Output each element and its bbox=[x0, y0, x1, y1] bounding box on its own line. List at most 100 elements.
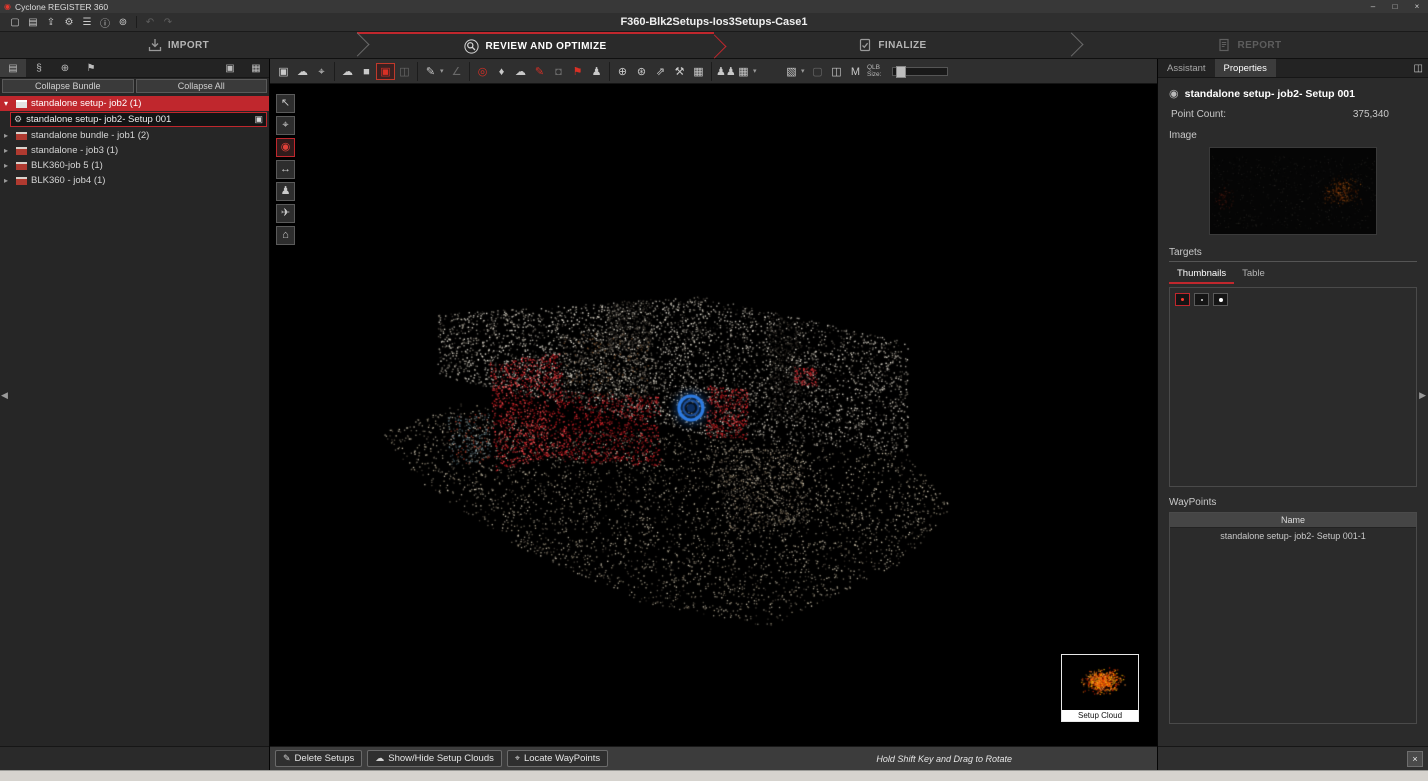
open-project-icon[interactable]: ▢ bbox=[6, 17, 24, 28]
import-data-icon[interactable]: ▣ bbox=[217, 59, 243, 77]
panel-layout-icon[interactable]: ◫ bbox=[1414, 59, 1428, 77]
target-thumbnail-1[interactable] bbox=[1175, 293, 1190, 306]
add-person-icon[interactable]: ♟ bbox=[587, 63, 606, 80]
web-link-icon[interactable]: ⊛ bbox=[632, 63, 651, 80]
flag-tab-icon[interactable]: ⚑ bbox=[78, 59, 104, 77]
tree-item-bundle-job3[interactable]: ▸ standalone - job3 (1) bbox=[0, 143, 269, 158]
targets-tab-table[interactable]: Table bbox=[1234, 266, 1273, 284]
split-view-icon[interactable]: ◫ bbox=[395, 63, 414, 80]
tree-item-blk360-job4[interactable]: ▸ BLK360 - job4 (1) bbox=[0, 173, 269, 188]
save-project-icon[interactable]: ▤ bbox=[24, 17, 42, 28]
workflow-step-report[interactable]: REPORT bbox=[1071, 32, 1428, 58]
pen-dropdown-caret[interactable]: ▾ bbox=[440, 67, 447, 75]
settings-gear-icon[interactable]: ⚙ bbox=[60, 17, 78, 28]
sketch-tool-icon[interactable]: ✎ bbox=[530, 63, 549, 80]
auto-align-icon[interactable]: ⌖ bbox=[312, 63, 331, 80]
attachments-tab-icon[interactable]: § bbox=[26, 59, 52, 77]
fly-mode-icon[interactable]: ✈ bbox=[276, 204, 295, 223]
visual-registration-icon[interactable]: ▣ bbox=[274, 63, 293, 80]
orbit-tool-icon[interactable]: ◉ bbox=[276, 138, 295, 157]
bundle-icon bbox=[16, 162, 27, 170]
pan-tool-icon[interactable]: ↔ bbox=[276, 160, 295, 179]
show-hide-setup-clouds-button[interactable]: ☁ Show/Hide Setup Clouds bbox=[367, 750, 502, 767]
tab-properties[interactable]: Properties bbox=[1215, 59, 1276, 77]
add-waypoint-icon[interactable]: ⚑ bbox=[568, 63, 587, 80]
qlb-size-slider[interactable] bbox=[892, 67, 948, 76]
truslicer-icon[interactable]: ▦ bbox=[689, 63, 708, 80]
button-label: Delete Setups bbox=[295, 753, 355, 764]
toolbar-separator bbox=[417, 62, 418, 81]
target-thumbnail-3[interactable] bbox=[1213, 293, 1228, 306]
tools-icon[interactable]: ⚒ bbox=[670, 63, 689, 80]
pick-point-icon[interactable]: ⌖ bbox=[276, 116, 295, 135]
point-cloud-viewport[interactable]: ↖ ⌖ ◉ ↔ ♟ ✈ ⌂ Setup Cloud bbox=[270, 84, 1157, 746]
table-dropdown-caret[interactable]: ▾ bbox=[753, 67, 760, 75]
workflow-step-import[interactable]: IMPORT bbox=[0, 32, 357, 58]
bottom-strip bbox=[0, 770, 1428, 781]
collapse-left-panel-arrow[interactable]: ◀ bbox=[1, 390, 8, 401]
pen-tool-icon[interactable]: ✎ bbox=[421, 63, 440, 80]
pano-people-icon[interactable]: ♟♟ bbox=[715, 63, 734, 80]
delete-setups-button[interactable]: ✎ Delete Setups bbox=[275, 750, 362, 767]
tree-item-bundle-job1[interactable]: ▸ standalone bundle - job1 (2) bbox=[0, 128, 269, 143]
workflow-step-finalize[interactable]: FINALIZE bbox=[714, 32, 1071, 58]
table-layout-icon[interactable]: ▦ bbox=[734, 63, 753, 80]
camera-icon[interactable]: ◘ bbox=[549, 63, 568, 80]
export-icon[interactable]: ⇪ bbox=[42, 17, 60, 28]
qlb-slider-handle[interactable] bbox=[896, 66, 906, 78]
cloud-to-cloud-icon[interactable]: ☁ bbox=[293, 63, 312, 80]
mini-cube-icon[interactable]: ▢ bbox=[808, 63, 827, 80]
tab-assistant[interactable]: Assistant bbox=[1158, 59, 1215, 77]
close-button[interactable]: × bbox=[1406, 0, 1428, 13]
collapse-right-panel-arrow[interactable]: ▶ bbox=[1419, 390, 1426, 401]
point-cloud-canvas[interactable] bbox=[270, 84, 1157, 746]
tree-item-setup-001[interactable]: ⚙ standalone setup- job2- Setup 001 ▣ bbox=[10, 112, 267, 127]
minimize-button[interactable]: – bbox=[1362, 0, 1384, 13]
caret-down-icon[interactable]: ▾ bbox=[4, 99, 12, 108]
targets-tab-thumbnails[interactable]: Thumbnails bbox=[1169, 266, 1234, 284]
collapse-bundle-button[interactable]: Collapse Bundle bbox=[2, 79, 134, 93]
select-tool-icon[interactable]: ↖ bbox=[276, 94, 295, 113]
grayscale-image-icon[interactable]: ■ bbox=[357, 63, 376, 80]
target-thumbnail-2[interactable] bbox=[1194, 293, 1209, 306]
about-icon[interactable]: ⊚ bbox=[114, 17, 132, 28]
import-image-icon[interactable]: ▦ bbox=[243, 59, 269, 77]
home-view-icon[interactable]: ⌂ bbox=[276, 226, 295, 245]
maximize-button[interactable]: □ bbox=[1384, 0, 1406, 13]
workflow-step-review[interactable]: REVIEW AND OPTIMIZE bbox=[357, 32, 714, 58]
caret-right-icon[interactable]: ▸ bbox=[4, 146, 12, 155]
add-target-icon[interactable]: ◎ bbox=[473, 63, 492, 80]
redo-icon[interactable]: ↷ bbox=[159, 17, 177, 28]
info-icon[interactable]: ⓘ bbox=[96, 15, 114, 30]
add-tag-icon[interactable]: ♦ bbox=[492, 63, 511, 80]
web-share-icon[interactable]: ⊕ bbox=[613, 63, 632, 80]
report-icon bbox=[1217, 38, 1231, 52]
setup-image-thumbnail[interactable] bbox=[1209, 147, 1377, 235]
web-tab-icon[interactable]: ⊕ bbox=[52, 59, 78, 77]
tree-tab-icon[interactable]: ▤ bbox=[0, 59, 26, 77]
setup-cloud-thumbnail bbox=[1062, 655, 1138, 705]
caret-right-icon[interactable]: ▸ bbox=[4, 176, 12, 185]
point-cloud-view-icon[interactable]: ☁ bbox=[338, 63, 357, 80]
tree-item-bundle-job2[interactable]: ▾ standalone setup- job2 (1) bbox=[0, 96, 269, 111]
tree-item-blk360-job5[interactable]: ▸ BLK360-job 5 (1) bbox=[0, 158, 269, 173]
view-cube-icon[interactable]: ▧ bbox=[782, 63, 801, 80]
locate-waypoints-button[interactable]: ⌖ Locate WayPoints bbox=[507, 750, 608, 767]
panel-close-button[interactable]: × bbox=[1407, 751, 1423, 767]
target-dot bbox=[1181, 298, 1184, 301]
collapse-all-button[interactable]: Collapse All bbox=[136, 79, 268, 93]
caret-right-icon[interactable]: ▸ bbox=[4, 161, 12, 170]
caret-right-icon[interactable]: ▸ bbox=[4, 131, 12, 140]
panorama-image-icon[interactable]: ▣ bbox=[376, 63, 395, 80]
slope-tool-icon[interactable]: ∠ bbox=[447, 63, 466, 80]
report-list-icon[interactable]: ☰ bbox=[78, 17, 96, 28]
expand-view-icon[interactable]: ⇗ bbox=[651, 63, 670, 80]
multi-window-icon[interactable]: ◫ bbox=[827, 63, 846, 80]
undo-icon[interactable]: ↶ bbox=[141, 17, 159, 28]
waypoint-row[interactable]: standalone setup- job2- Setup 001-1 bbox=[1170, 528, 1416, 544]
snap-m-icon[interactable]: M bbox=[846, 63, 865, 80]
setup-cloud-widget[interactable]: Setup Cloud bbox=[1061, 654, 1139, 722]
quick-cloud-icon[interactable]: ☁ bbox=[511, 63, 530, 80]
walk-mode-icon[interactable]: ♟ bbox=[276, 182, 295, 201]
cube-dropdown-caret[interactable]: ▾ bbox=[801, 67, 808, 75]
